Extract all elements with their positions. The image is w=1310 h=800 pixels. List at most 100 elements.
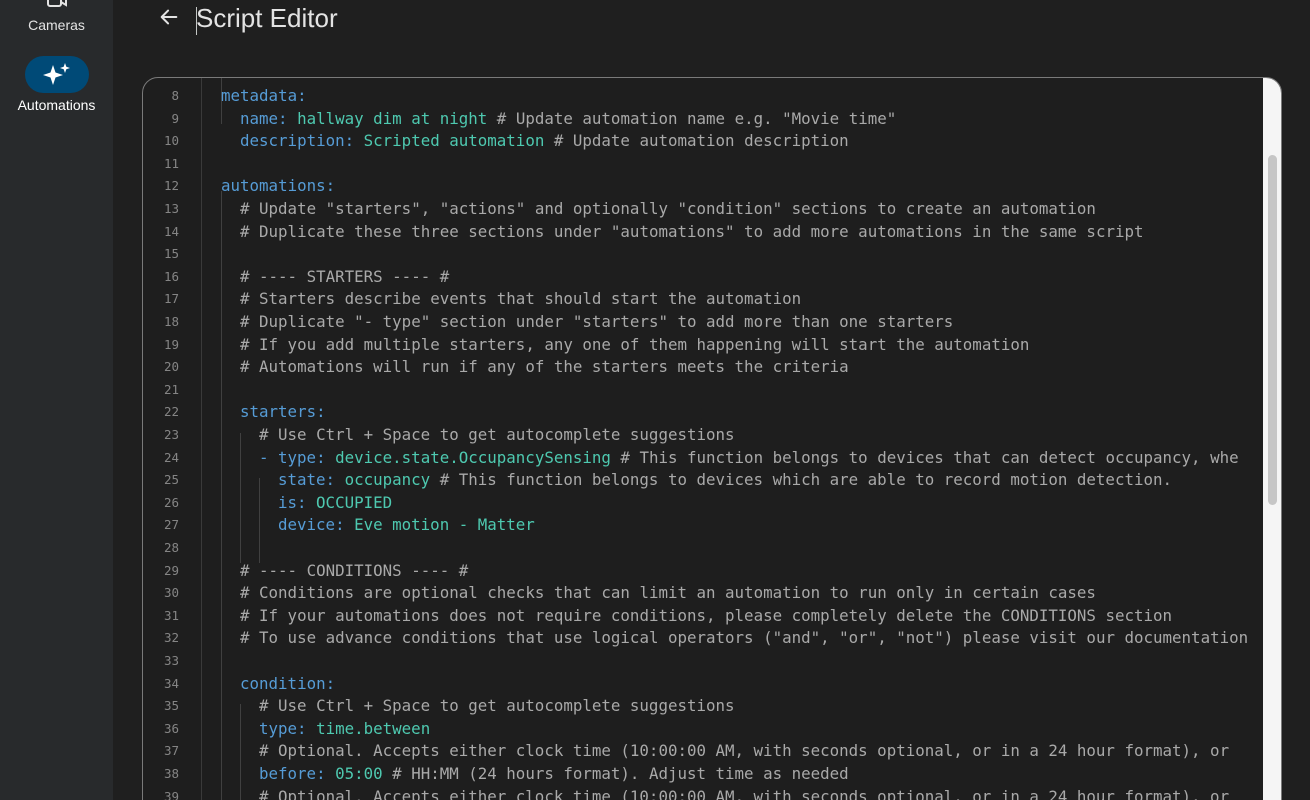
code-key: condition: <box>240 673 336 693</box>
line-number: 36 <box>163 720 179 736</box>
code-comment: # ---- CONDITIONS ---- # <box>240 560 469 580</box>
code-line[interactable]: # To use advance conditions that use log… <box>240 627 1248 650</box>
code-key: - type: <box>259 447 336 467</box>
line-number: 30 <box>163 585 179 601</box>
code-value: 05:00 <box>335 764 383 783</box>
code-editor[interactable]: 8 9 10 11 12 13 14 15 16 17 18 19 20 21 22 23 24 25 26 27 28… <box>142 77 1282 800</box>
code-line[interactable]: # Conditions are optional checks that ca… <box>240 582 1096 605</box>
line-number: 27 <box>163 517 179 533</box>
sparkle-icon <box>24 56 89 93</box>
code-value: device.state.OccupancySensing <box>335 447 611 467</box>
code-line[interactable]: # Use Ctrl + Space to get autocomplete s… <box>259 424 735 447</box>
code-line[interactable]: # Use Ctrl + Space to get autocomplete s… <box>259 695 735 718</box>
nav-item-cameras[interactable]: Cameras <box>0 0 113 33</box>
line-number: 39 <box>163 788 179 800</box>
line-number: 37 <box>163 743 179 759</box>
code-line[interactable]: # ---- CONDITIONS ---- # <box>240 560 468 583</box>
code-comment: # Update automation name e.g. "Movie tim… <box>487 108 897 128</box>
scrollbar-thumb[interactable] <box>1268 155 1277 505</box>
nav-label-automations: Automations <box>17 97 96 113</box>
line-number: 18 <box>163 314 179 329</box>
code-key: starters: <box>240 402 326 422</box>
line-number: 24 <box>163 449 179 465</box>
code-key: device: <box>278 515 355 535</box>
line-number: 22 <box>163 404 179 420</box>
code-comment: # Automations will run if any of the sta… <box>240 357 849 377</box>
code-comment: # Optional. Accepts either clock time (1… <box>259 786 1230 800</box>
code-comment: # Update "starters", "actions" and optio… <box>240 199 1096 218</box>
scrollbar-track[interactable] <box>1263 78 1281 800</box>
line-number: 32 <box>163 630 179 646</box>
indent-guide <box>240 433 241 563</box>
code-comment: # This function belongs to devices that … <box>610 447 1239 467</box>
code-line[interactable]: starters: <box>240 401 326 424</box>
line-number: 23 <box>163 427 179 442</box>
code-key: automations: <box>221 176 336 196</box>
code-line[interactable]: before: 05:00 # HH:MM (24 hours format).… <box>259 763 849 786</box>
code-line[interactable]: # Optional. Accepts either clock time (1… <box>259 786 1229 800</box>
code-key: state: <box>278 470 345 490</box>
line-number: 12 <box>163 178 179 194</box>
code-line[interactable]: # Optional. Accepts either clock time (1… <box>259 740 1229 763</box>
code-line[interactable]: automations: <box>221 175 335 198</box>
code-line[interactable]: name: hallway dim at night # Update auto… <box>240 108 896 131</box>
code-area[interactable]: metadata: name: hallway dim at night # Up… <box>202 78 1263 800</box>
line-number-gutter: 8 9 10 11 12 13 14 15 16 17 18 19 20 21 22 23 24 25 26 27 28… <box>143 78 202 800</box>
code-value: Scripted automation <box>363 131 545 151</box>
code-line[interactable]: - type: device.state.OccupancySensing # … <box>259 447 1239 470</box>
line-number: 13 <box>163 201 179 216</box>
arrow-back-icon <box>158 6 180 32</box>
code-line[interactable]: condition: <box>240 673 335 696</box>
line-number: 25 <box>163 472 179 488</box>
code-line[interactable]: # Duplicate "- type" section under "star… <box>240 311 953 334</box>
code-key: type: <box>259 718 317 738</box>
code-line[interactable]: device: Eve motion - Matter <box>278 514 535 537</box>
code-comment: # If your automations does not require c… <box>240 605 1173 625</box>
back-button[interactable] <box>150 0 188 38</box>
line-number: 11 <box>163 155 179 171</box>
text-cursor <box>196 7 197 35</box>
code-line[interactable]: metadata: <box>221 85 307 108</box>
line-number: 20 <box>163 359 179 375</box>
line-number: 9 <box>171 110 179 126</box>
code-comment: # This function belongs to devices which… <box>430 470 1173 490</box>
code-line[interactable]: description: Scripted automation # Updat… <box>240 130 849 153</box>
line-number: 19 <box>163 336 179 352</box>
code-key: name: <box>240 108 298 128</box>
code-comment: # Conditions are optional checks that ca… <box>240 583 1096 603</box>
code-line[interactable]: # Update "starters", "actions" and optio… <box>240 198 1096 221</box>
code-value: OCCUPIED <box>316 492 393 512</box>
code-comment: # Update automation description <box>544 131 849 151</box>
code-comment: # If you add multiple starters, any one … <box>240 334 1030 354</box>
code-line[interactable]: state: occupancy # This function belongs… <box>278 469 1172 492</box>
line-number: 34 <box>163 675 179 691</box>
code-comment: # ---- STARTERS ---- # <box>240 266 450 286</box>
code-comment: # Use Ctrl + Space to get autocomplete s… <box>259 696 735 716</box>
line-number: 26 <box>163 494 179 510</box>
line-number: 14 <box>163 223 179 239</box>
code-line[interactable]: # ---- STARTERS ---- # <box>240 266 449 289</box>
line-number: 10 <box>163 133 179 149</box>
nav-item-automations[interactable]: Automations <box>0 56 113 113</box>
code-value: time.between <box>316 718 431 738</box>
code-comment: # Duplicate "- type" section under "star… <box>240 312 954 331</box>
code-line[interactable]: # Duplicate these three sections under "… <box>240 221 1144 244</box>
line-number: 8 <box>171 88 179 103</box>
code-comment: # Use Ctrl + Space to get autocomplete s… <box>259 425 735 444</box>
line-number: 16 <box>163 268 179 284</box>
code-comment: # Duplicate these three sections under "… <box>240 221 1144 241</box>
code-comment: # Starters describe events that should s… <box>240 289 802 309</box>
code-line[interactable]: type: time.between <box>259 718 430 741</box>
code-line[interactable]: # If you add multiple starters, any one … <box>240 334 1029 357</box>
code-line[interactable]: # If your automations does not require c… <box>240 605 1172 628</box>
indent-guide <box>259 478 260 563</box>
code-comment: # To use advance conditions that use log… <box>240 628 1249 648</box>
camera-icon <box>25 0 89 16</box>
code-line[interactable]: is: OCCUPIED <box>278 492 392 515</box>
code-line[interactable]: # Starters describe events that should s… <box>240 288 801 311</box>
line-number: 21 <box>163 381 179 397</box>
code-value: occupancy <box>344 470 431 490</box>
code-line[interactable]: # Automations will run if any of the sta… <box>240 356 849 379</box>
code-key: before: <box>259 764 336 783</box>
line-number: 35 <box>163 698 179 714</box>
